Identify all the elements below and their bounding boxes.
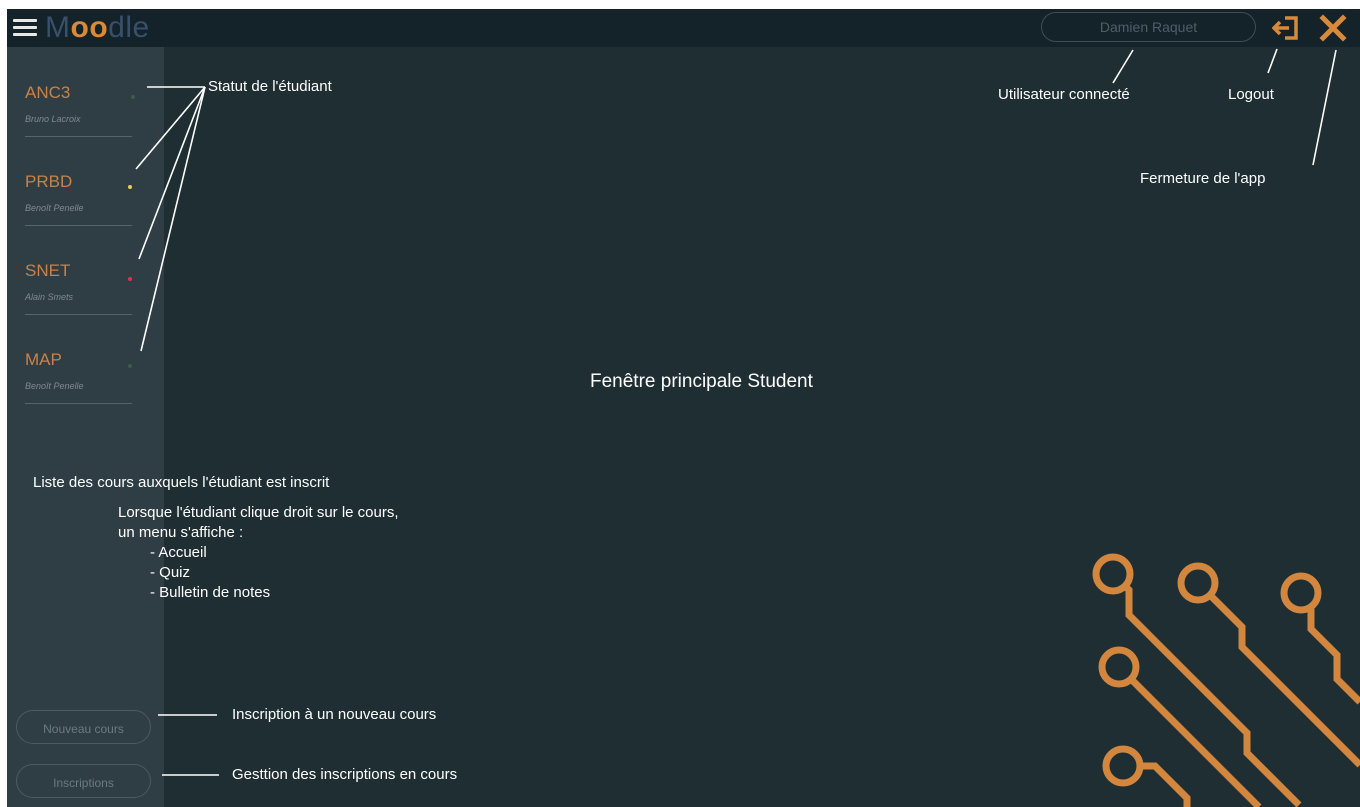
status-dot-icon (128, 185, 132, 189)
course-code: PRBD (25, 172, 73, 191)
app-logo: Moodle (45, 11, 150, 45)
main-window-label: Fenêtre principale Student (590, 371, 813, 392)
close-icon[interactable] (1318, 14, 1348, 42)
course-teacher: Alain Smets (25, 292, 74, 302)
menu-item-grades: - Bulletin de notes (150, 584, 271, 601)
course-code: SNET (25, 261, 71, 280)
hamburger-menu-icon[interactable] (13, 18, 39, 38)
course-teacher: Benoît Penelle (25, 381, 84, 391)
annotation-close-app: Fermeture de l'app (1140, 170, 1266, 187)
annotation-course-list: Liste des cours auxquels l'étudiant est … (33, 474, 330, 491)
course-item-map[interactable]: MAP Benoît Penelle (25, 350, 133, 430)
app-window: Moodle Damien Raquet ANC3 Bruno Lacroix … (7, 9, 1360, 807)
annotation-context-menu: Lorsque l'étudiant clique droit sur le c… (118, 503, 399, 603)
annotation-new-course: Inscription à un nouveau cours (232, 706, 437, 723)
logo-part-2: oo (70, 11, 109, 44)
new-course-button[interactable]: Nouveau cours (16, 710, 151, 744)
context-menu-line: Lorsque l'étudiant clique droit sur le c… (118, 504, 399, 521)
registrations-button[interactable]: Inscriptions (16, 764, 151, 798)
annotation-student-status: Statut de l'étudiant (208, 78, 332, 95)
circuit-decoration-icon (1092, 553, 1360, 807)
logo-part-3: dle (108, 11, 150, 44)
course-code: ANC3 (25, 83, 71, 102)
course-code: MAP (25, 350, 62, 369)
course-teacher: Benoît Penelle (25, 203, 84, 213)
logged-user-button[interactable]: Damien Raquet (1041, 12, 1256, 42)
annotation-manage-registrations: Gesttion des inscriptions en cours (232, 766, 458, 783)
annotation-logged-user: Utilisateur connecté (998, 86, 1130, 103)
course-sidebar: ANC3 Bruno Lacroix PRBD Benoît Penelle S… (7, 47, 164, 807)
course-item-snet[interactable]: SNET Alain Smets (25, 261, 133, 341)
logo-part-1: M (45, 11, 71, 44)
course-item-prbd[interactable]: PRBD Benoît Penelle (25, 172, 133, 252)
context-menu-line: un menu s'affiche : (118, 524, 244, 541)
divider (25, 225, 132, 226)
annotation-logout: Logout (1228, 86, 1274, 103)
menu-item-home: - Accueil (150, 544, 207, 561)
logout-icon[interactable] (1271, 15, 1300, 41)
course-teacher: Bruno Lacroix (25, 114, 81, 124)
course-item-anc3[interactable]: ANC3 Bruno Lacroix (25, 83, 135, 163)
top-bar: Moodle Damien Raquet (7, 9, 1360, 47)
divider (25, 403, 132, 404)
divider (25, 314, 132, 315)
menu-item-quiz: - Quiz (150, 564, 191, 581)
status-dot-icon (128, 364, 132, 368)
divider (25, 136, 132, 137)
status-dot-icon (131, 95, 135, 99)
status-dot-icon (128, 277, 132, 281)
